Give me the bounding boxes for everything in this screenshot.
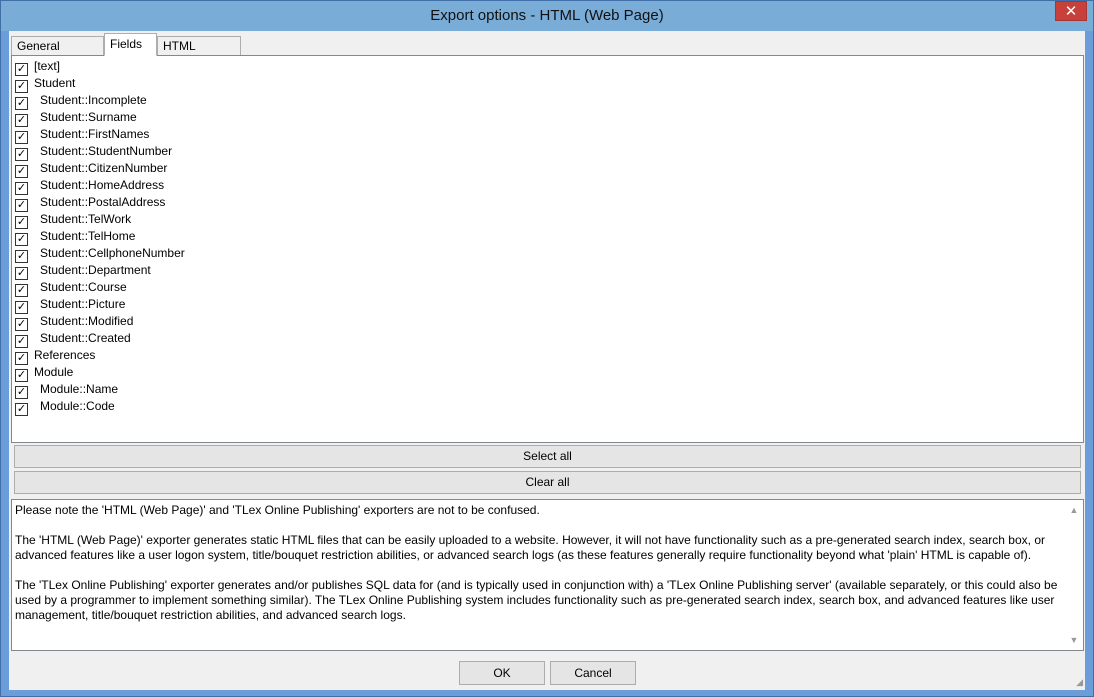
dialog-window: Export options - HTML (Web Page) ✕ Gener… bbox=[0, 0, 1094, 697]
dialog-client-area: General settings Fields HTML options ✓[t… bbox=[9, 31, 1085, 690]
field-label: Student::Course bbox=[40, 280, 127, 294]
field-checkbox-row[interactable]: ✓ Student::CitizenNumber bbox=[15, 160, 168, 178]
title-bar[interactable]: Export options - HTML (Web Page) ✕ bbox=[1, 1, 1093, 31]
field-label: Student::TelHome bbox=[40, 229, 136, 243]
field-label: Student::Picture bbox=[40, 297, 126, 311]
field-checkbox-row[interactable]: ✓ Student::PostalAddress bbox=[15, 194, 166, 212]
tab-general-settings[interactable]: General settings bbox=[11, 36, 104, 71]
field-label: Student::TelWork bbox=[40, 212, 132, 226]
field-checkbox-row[interactable]: ✓ Student::Picture bbox=[15, 296, 126, 314]
window-title: Export options - HTML (Web Page) bbox=[430, 7, 664, 24]
close-icon[interactable]: ✕ bbox=[1055, 1, 1087, 21]
resize-grip-icon[interactable]: ◢ bbox=[1076, 677, 1083, 688]
clear-all-button[interactable]: Clear all bbox=[14, 471, 1081, 494]
field-label: Student::Modified bbox=[40, 314, 134, 328]
field-checkbox-row[interactable]: ✓ References bbox=[15, 347, 96, 365]
field-checkbox-row[interactable]: ✓ [text] bbox=[15, 58, 61, 76]
fields-list: ✓ [text] ✓ Student ✓ Student::Incomplete ✓ Stud… bbox=[11, 55, 1084, 443]
field-label: Student::CellphoneNumber bbox=[40, 246, 185, 260]
field-label: Student::CitizenNumber bbox=[40, 161, 168, 175]
field-label: Module::Name bbox=[40, 382, 119, 396]
field-label: Student bbox=[34, 76, 76, 90]
checkbox-checked-icon[interactable]: ✓ bbox=[15, 403, 28, 416]
scroll-down-icon[interactable]: ▼ bbox=[1067, 633, 1081, 647]
field-checkbox-row[interactable]: ✓ Student::CellphoneNumber bbox=[15, 245, 185, 263]
field-checkbox-row[interactable]: ✓ Student::Department bbox=[15, 262, 151, 280]
field-label: [text] bbox=[34, 59, 61, 73]
field-label: Student::StudentNumber bbox=[40, 144, 173, 158]
field-checkbox-row[interactable]: ✓ Student::TelHome bbox=[15, 228, 136, 246]
field-checkbox-row[interactable]: ✓ Student::StudentNumber bbox=[15, 143, 173, 161]
field-checkbox-row[interactable]: ✓ Module::Name bbox=[15, 381, 119, 399]
field-label: Student::Incomplete bbox=[40, 93, 147, 107]
tab-html-options[interactable]: HTML options bbox=[157, 36, 241, 71]
field-checkbox-row[interactable]: ✓ Student::Surname bbox=[15, 109, 137, 127]
field-checkbox-row[interactable]: ✓ Student::FirstNames bbox=[15, 126, 150, 144]
field-checkbox-row[interactable]: ✓ Student::Incomplete bbox=[15, 92, 147, 110]
scroll-up-icon[interactable]: ▲ bbox=[1067, 503, 1081, 517]
note-paragraph: The 'HTML (Web Page)' exporter generates… bbox=[15, 533, 1045, 562]
note-paragraph: Please note the 'HTML (Web Page)' and 'T… bbox=[15, 503, 540, 517]
ok-button[interactable]: OK bbox=[459, 661, 545, 685]
field-checkbox-row[interactable]: ✓ Student::Created bbox=[15, 330, 131, 348]
info-note-text: Please note the 'HTML (Web Page)' and 'T… bbox=[11, 499, 1084, 651]
field-checkbox-row[interactable]: ✓ Student::Course bbox=[15, 279, 127, 297]
field-label: Module bbox=[34, 365, 74, 379]
note-paragraph: The 'TLex Online Publishing' exporter ge… bbox=[15, 578, 1058, 622]
field-label: Module::Code bbox=[40, 399, 115, 413]
field-label: Student::HomeAddress bbox=[40, 178, 165, 192]
field-checkbox-row[interactable]: ✓ Student::Modified bbox=[15, 313, 134, 331]
field-checkbox-row[interactable]: ✓ Module::Code bbox=[15, 398, 115, 416]
field-label: Student::PostalAddress bbox=[40, 195, 166, 209]
field-label: Student::FirstNames bbox=[40, 127, 150, 141]
cancel-button[interactable]: Cancel bbox=[550, 661, 636, 685]
field-label: Student::Department bbox=[40, 263, 151, 277]
select-all-button[interactable]: Select all bbox=[14, 445, 1081, 468]
field-checkbox-row[interactable]: ✓ Module bbox=[15, 364, 74, 382]
field-checkbox-row[interactable]: ✓ Student::HomeAddress bbox=[15, 177, 165, 195]
field-checkbox-row[interactable]: ✓ Student bbox=[15, 75, 76, 93]
field-label: Student::Created bbox=[40, 331, 131, 345]
field-label: Student::Surname bbox=[40, 110, 137, 124]
tab-fields[interactable]: Fields bbox=[104, 33, 157, 56]
field-checkbox-row[interactable]: ✓ Student::TelWork bbox=[15, 211, 132, 229]
field-label: References bbox=[34, 348, 96, 362]
